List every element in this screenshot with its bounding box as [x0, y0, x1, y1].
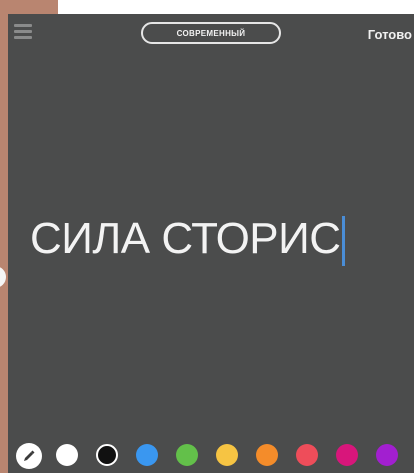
- story-text-input[interactable]: СИЛА СТОРИС: [30, 212, 345, 267]
- color-swatch-pink[interactable]: [336, 444, 358, 466]
- story-text: СИЛА СТОРИС: [30, 214, 341, 263]
- color-swatch-white[interactable]: [56, 444, 78, 466]
- color-palette: [8, 434, 414, 473]
- color-swatch-yellow[interactable]: [216, 444, 238, 466]
- eyedropper-icon[interactable]: [16, 443, 42, 469]
- text-align-icon[interactable]: [14, 24, 32, 42]
- color-swatch-orange[interactable]: [256, 444, 278, 466]
- background-edge-top: [0, 0, 58, 14]
- text-caret: [341, 216, 345, 267]
- color-swatch-purple[interactable]: [376, 444, 398, 466]
- font-style-button[interactable]: СОВРЕМЕННЫЙ: [141, 22, 281, 44]
- color-swatch-red[interactable]: [296, 444, 318, 466]
- color-swatch-blue[interactable]: [136, 444, 158, 466]
- color-swatch-green[interactable]: [176, 444, 198, 466]
- color-swatch-black[interactable]: [96, 444, 118, 466]
- story-text-editor: СОВРЕМЕННЫЙ Готово СИЛА СТОРИС: [8, 14, 414, 473]
- background-edge: [0, 0, 8, 473]
- done-button[interactable]: Готово: [368, 27, 412, 42]
